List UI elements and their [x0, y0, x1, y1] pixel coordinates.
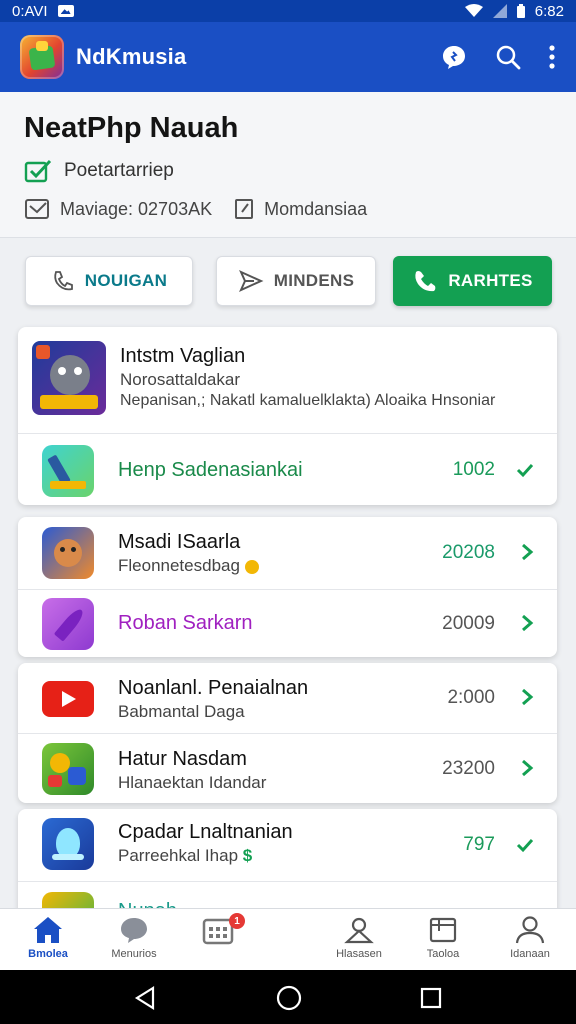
status-bar: 0:AVI 6:82 [0, 0, 576, 22]
status-clock: 6:82 [534, 2, 564, 20]
home-icon [32, 915, 64, 945]
notification-badge: 1 [229, 913, 245, 929]
list-item-subtitle: Fleonnetesdbag [118, 556, 259, 576]
mindens-label: MINDENS [273, 271, 355, 290]
gallery-notification-icon [57, 5, 74, 17]
meta-right: Momdansiaa [264, 198, 368, 219]
bottom-navigation: Bmolea Menurios 1 Hlasasen Taoloa Idanaa… [0, 908, 576, 970]
send-icon [238, 269, 264, 293]
list-item-subtitle: Parreehkal Ihap $ [118, 846, 253, 865]
check-chevron-icon [515, 460, 535, 480]
character-app-icon [42, 527, 94, 579]
list-item[interactable]: Henp Sadenasiankai 1002 [18, 433, 557, 505]
nouigan-label: NOUIGAN [84, 271, 168, 290]
checkbox-icon[interactable] [24, 197, 52, 221]
featured-app-description: Nepanisan,; Nakatl kamaluelklakta) Aloai… [120, 392, 496, 409]
featured-app-subtitle: Norosattaldakar [120, 370, 241, 389]
featured-app-title: Intstm Vaglian [120, 345, 246, 367]
rarhtes-label: RARHTES [448, 271, 533, 290]
nouigan-button[interactable]: NOUIGAN [25, 256, 193, 306]
nav-home-label: Bmolea [28, 948, 68, 960]
app-bar: NdKmusia [0, 22, 576, 92]
chevron-right-icon [519, 542, 535, 562]
app-card: Noanlanl. Penaialnan Babmantal Daga 2:00… [18, 663, 557, 803]
nav-calendar[interactable]: 1 [173, 913, 263, 948]
back-icon[interactable] [134, 986, 156, 1010]
more-vert-icon[interactable] [548, 44, 556, 70]
phone-outline-icon [51, 269, 75, 293]
nav-profile[interactable]: Idanaan [485, 915, 575, 960]
play-video-icon [42, 673, 94, 725]
recents-square-icon[interactable] [420, 987, 442, 1009]
list-item[interactable]: Hatur Nasdam Hlanaektan Idandar 23200 [18, 733, 557, 803]
chat-bubble-icon[interactable] [440, 43, 468, 71]
checked-label: Poetartarriep [64, 160, 174, 181]
edit-box-icon[interactable] [234, 198, 256, 220]
app-card: Cpadar Lnaltnanian Parreehkal Ihap $ 797… [18, 809, 557, 919]
mindens-button[interactable]: MINDENS [216, 256, 376, 306]
battery-icon [516, 4, 525, 18]
list-item-subtitle: Babmantal Daga [118, 702, 245, 721]
nav-alerts-label: Hlasasen [336, 948, 382, 960]
rarhtes-button[interactable]: RARHTES [393, 256, 552, 306]
coin-icon [244, 559, 259, 574]
list-item[interactable]: Noanlanl. Penaialnan Babmantal Daga 2:00… [18, 663, 557, 733]
list-item-value: 797 [463, 834, 495, 855]
nav-profile-label: Idanaan [510, 948, 550, 960]
list-item-title: Msadi ISaarla [118, 531, 241, 553]
nav-alerts[interactable]: Hlasasen [314, 915, 404, 960]
list-item[interactable]: Msadi ISaarla Fleonnetesdbag 20208 [18, 517, 557, 589]
status-time: 0:AVI [12, 2, 48, 20]
bell-person-icon [343, 915, 375, 945]
person-icon [514, 915, 546, 945]
chevron-right-icon [519, 687, 535, 707]
list-item-value: 23200 [442, 758, 495, 779]
game-character-icon [32, 341, 106, 415]
chat-icon [119, 915, 149, 945]
check-chevron-icon [515, 835, 535, 855]
system-navigation-bar [0, 970, 576, 1024]
search-icon[interactable] [494, 43, 522, 71]
list-item-title: Noanlanl. Penaialnan [118, 677, 309, 699]
nav-tools-label: Taoloa [426, 948, 460, 960]
wifi-icon [464, 4, 483, 18]
list-item-value: 2:000 [447, 687, 495, 708]
app-title: NdKmusia [76, 44, 187, 69]
phone-icon [412, 268, 438, 294]
list-item-title: Henp Sadenasiankai [118, 459, 303, 481]
signal-icon [492, 4, 507, 18]
featured-app-row[interactable]: Intstm Vaglian Norosattaldakar Nepanisan… [18, 327, 557, 433]
list-item-title: Roban Sarkarn [118, 612, 253, 634]
page-title: NeatPhp Nauah [24, 112, 239, 144]
home-circle-icon[interactable] [276, 985, 302, 1011]
list-item[interactable]: Cpadar Lnaltnanian Parreehkal Ihap $ 797 [18, 809, 557, 881]
feather-app-icon [42, 598, 94, 650]
list-item-title: Hatur Nasdam [118, 748, 247, 770]
nav-home[interactable]: Bmolea [3, 915, 93, 960]
nav-tools[interactable]: Taoloa [398, 915, 488, 960]
app-card: Intstm Vaglian Norosattaldakar Nepanisan… [18, 327, 557, 505]
money-icon: $ [242, 846, 253, 865]
profile-header: NeatPhp Nauah Poetartarriep Maviage: 027… [0, 92, 576, 238]
meta-left: Maviage: 02703AK [60, 198, 213, 219]
list-item-value: 20009 [442, 613, 495, 634]
droplet-app-icon [42, 818, 94, 870]
hammer-app-icon [42, 445, 94, 497]
nav-messages-label: Menurios [111, 948, 157, 960]
checkbox-checked-icon[interactable] [24, 159, 52, 183]
box-icon [427, 915, 459, 945]
app-card: Msadi ISaarla Fleonnetesdbag 20208 Roban… [18, 517, 557, 657]
list-item[interactable]: Roban Sarkarn 20009 [18, 589, 557, 657]
chevron-right-icon [519, 758, 535, 778]
list-item-subtitle: Hlanaektan Idandar [118, 773, 267, 792]
list-item-value: 1002 [452, 459, 495, 480]
chevron-right-icon [519, 613, 535, 633]
puzzle-game-icon [42, 743, 94, 795]
nav-messages[interactable]: Menurios [89, 915, 179, 960]
action-button-row: NOUIGAN MINDENS RARHTES [0, 256, 576, 308]
list-item-value: 20208 [442, 542, 495, 563]
app-logo-icon [20, 35, 64, 79]
list-item-title: Cpadar Lnaltnanian [118, 821, 293, 843]
